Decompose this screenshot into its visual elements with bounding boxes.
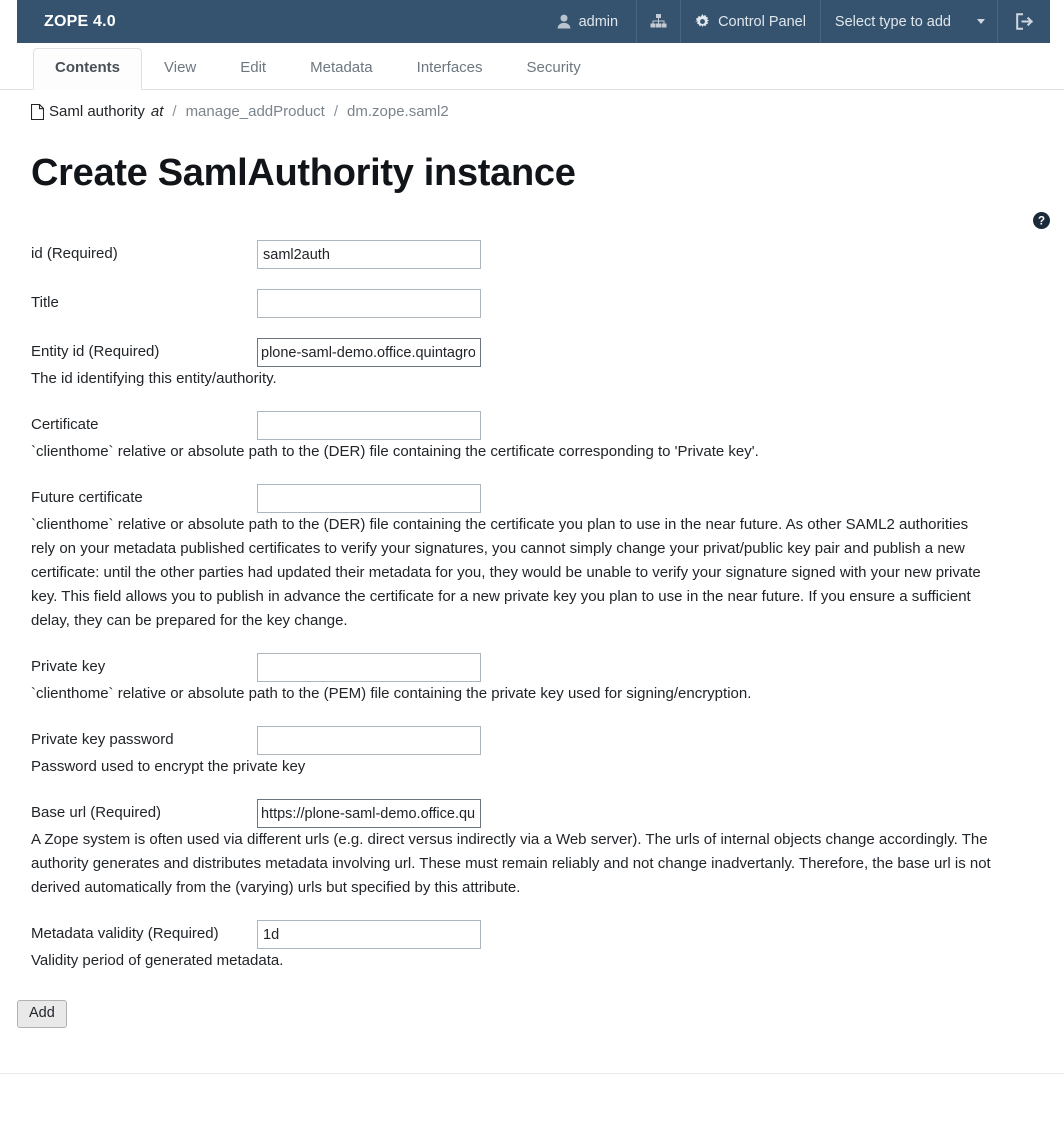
sitemap-button[interactable] <box>636 0 680 43</box>
footer-divider <box>0 1073 1064 1074</box>
field-help-entity-id: The id identifying this entity/authority… <box>31 370 277 387</box>
help-circle-icon[interactable]: ? <box>1033 212 1050 229</box>
field-label-future-certificate: Future certificate <box>31 489 143 506</box>
chevron-down-icon <box>977 19 985 24</box>
breadcrumb-item-dm-zope-saml2[interactable]: dm.zope.saml2 <box>347 103 449 120</box>
tab-interfaces[interactable]: Interfaces <box>395 48 505 90</box>
title-input[interactable] <box>257 289 481 318</box>
field-row-base-url: Base url (Required) <box>0 799 1064 828</box>
field-label-id: id (Required) <box>31 245 118 262</box>
tab-security[interactable]: Security <box>505 48 603 90</box>
field-label-private-key-password: Private key password <box>31 731 174 748</box>
field-help-base-url: A Zope system is often used via differen… <box>31 831 991 896</box>
field-label-base-url: Base url (Required) <box>31 804 162 821</box>
breadcrumb-separator: / <box>333 103 339 120</box>
document-icon <box>31 103 44 120</box>
future-certificate-input[interactable] <box>257 484 481 513</box>
control-panel-link[interactable]: Control Panel <box>680 0 820 43</box>
breadcrumb-item-manage-addproduct[interactable]: manage_addProduct <box>186 103 325 120</box>
field-row-certificate: Certificate <box>0 411 1064 440</box>
metadata-validity-input[interactable] <box>257 920 481 949</box>
user-name-label: admin <box>578 13 619 30</box>
private-key-input[interactable] <box>257 653 481 682</box>
control-panel-label: Control Panel <box>718 13 806 30</box>
field-label-metadata-validity: Metadata validity (Required) <box>31 925 219 942</box>
top-navigation-bar: ZOPE 4.0 admin Control Panel Select type… <box>17 0 1050 43</box>
breadcrumb-current: Saml authority <box>49 103 145 120</box>
entity-id-input[interactable] <box>257 338 481 367</box>
field-row-title: Title <box>0 289 1064 318</box>
gear-icon <box>695 14 710 29</box>
user-icon <box>557 14 571 29</box>
field-label-entity-id: Entity id (Required) <box>31 343 160 360</box>
id-input[interactable] <box>257 240 481 269</box>
page-root: ZOPE 4.0 admin Control Panel Select type… <box>0 0 1064 1130</box>
breadcrumb-separator: / <box>172 103 177 120</box>
breadcrumb-at-label: at <box>150 103 164 120</box>
base-url-input[interactable] <box>257 799 481 828</box>
field-help-metadata-validity: Validity period of generated metadata. <box>31 952 284 969</box>
field-row-private-key-password: Private key password <box>0 726 1064 755</box>
certificate-input[interactable] <box>257 411 481 440</box>
field-row-id: id (Required) <box>0 240 1064 269</box>
tab-view[interactable]: View <box>142 48 218 90</box>
user-menu[interactable]: admin <box>543 0 637 43</box>
private-key-password-input[interactable] <box>257 726 481 755</box>
field-help-future-certificate: `clienthome` relative or absolute path t… <box>31 516 981 629</box>
logout-button[interactable] <box>997 0 1050 43</box>
logout-icon <box>1015 13 1033 30</box>
field-label-title: Title <box>31 294 59 311</box>
field-row-metadata-validity: Metadata validity (Required) <box>0 920 1064 949</box>
select-type-to-add-dropdown[interactable]: Select type to add <box>819 0 997 43</box>
field-help-private-key: `clienthome` relative or absolute path t… <box>31 685 752 702</box>
main-tab-bar: Contents View Edit Metadata Interfaces S… <box>0 43 1064 90</box>
app-brand[interactable]: ZOPE 4.0 <box>17 0 134 43</box>
svg-text:?: ? <box>1038 216 1045 228</box>
field-row-private-key: Private key <box>0 653 1064 682</box>
tab-contents[interactable]: Contents <box>33 48 142 90</box>
field-help-private-key-password: Password used to encrypt the private key <box>31 758 306 775</box>
field-label-private-key: Private key <box>31 658 106 675</box>
sitemap-icon <box>650 13 667 30</box>
page-title: Create SamlAuthority instance <box>31 152 576 194</box>
select-type-to-add-label: Select type to add <box>834 13 951 30</box>
add-button[interactable]: Add <box>17 1000 67 1029</box>
tab-metadata[interactable]: Metadata <box>288 48 395 90</box>
tab-edit[interactable]: Edit <box>218 48 288 90</box>
form-actions: Add <box>0 973 1064 1029</box>
field-row-future-certificate: Future certificate <box>0 484 1064 513</box>
field-help-certificate: `clienthome` relative or absolute path t… <box>31 443 759 460</box>
breadcrumb: Saml authority at / manage_addProduct / … <box>31 103 449 120</box>
field-row-entity-id: Entity id (Required) <box>0 338 1064 367</box>
create-samlauthority-form: id (Required) Title Entity id (Required)… <box>0 240 1064 1029</box>
field-label-certificate: Certificate <box>31 416 99 433</box>
